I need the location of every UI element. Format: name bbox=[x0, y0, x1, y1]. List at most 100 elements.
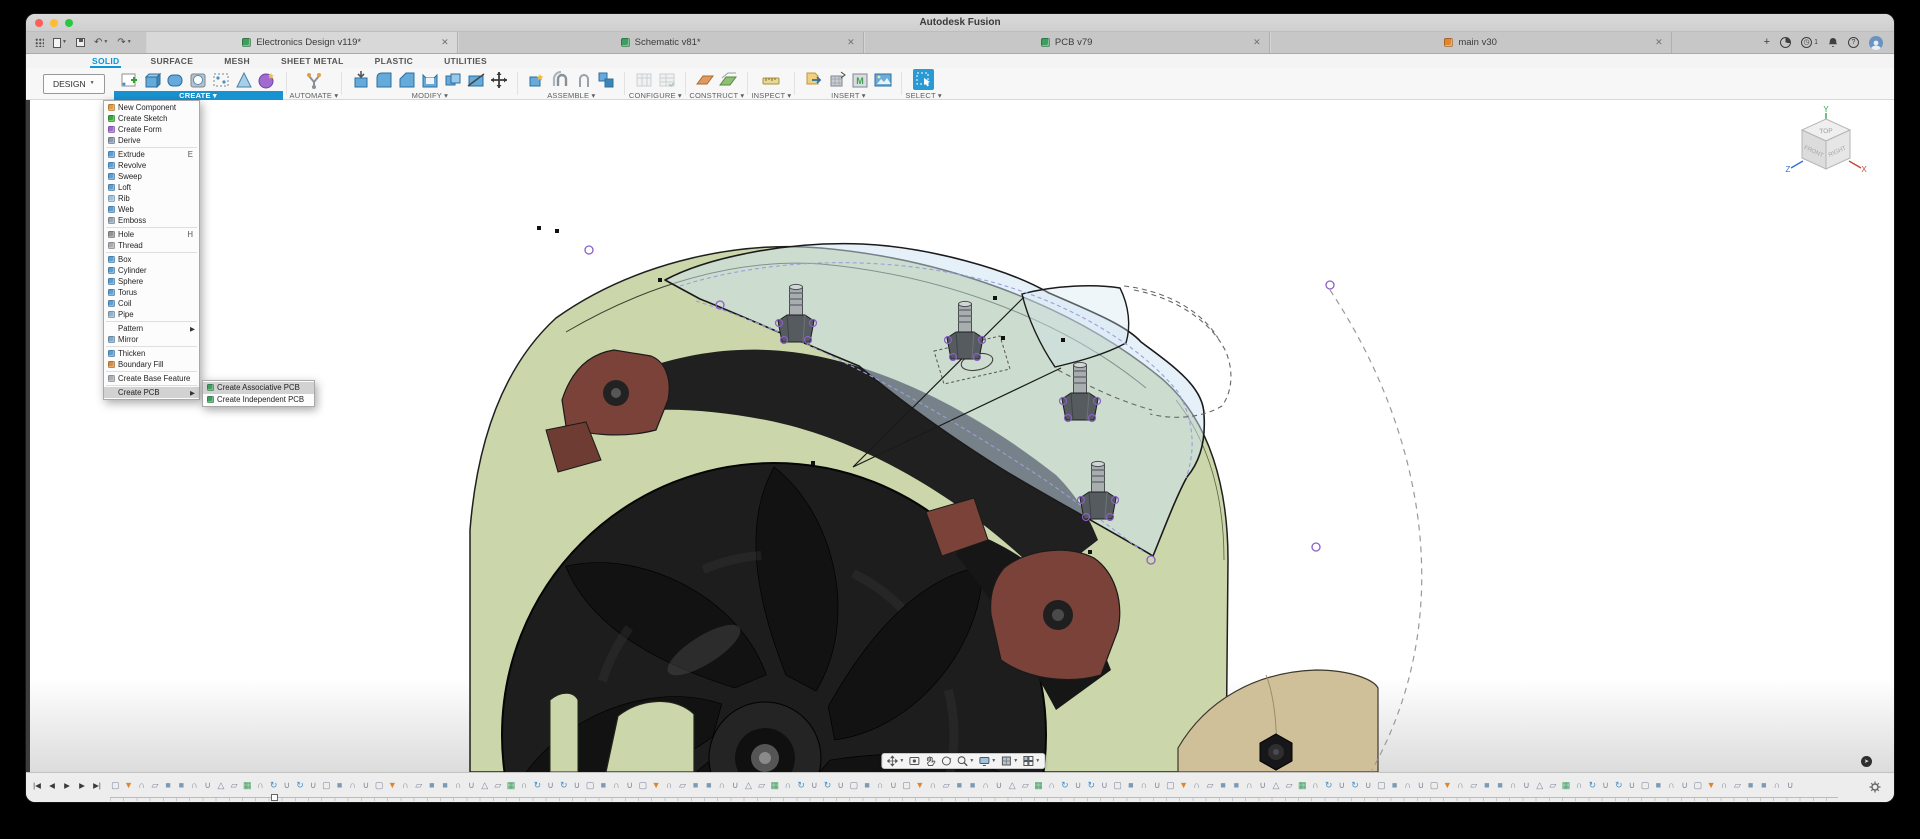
tab-surface[interactable]: SURFACE bbox=[148, 56, 195, 68]
timeline-feature-icon[interactable]: ■ bbox=[862, 778, 873, 792]
joint-icon[interactable] bbox=[549, 69, 570, 90]
timeline-feature-icon[interactable]: ■ bbox=[334, 778, 345, 792]
extensions-icon[interactable] bbox=[1780, 37, 1791, 48]
timeline-feature-icon[interactable]: ▢ bbox=[849, 778, 860, 792]
timeline-feature-icon[interactable]: ■ bbox=[1125, 778, 1136, 792]
timeline-feature-icon[interactable]: ∩ bbox=[875, 778, 886, 792]
timeline-feature-icon[interactable]: ↻ bbox=[1323, 778, 1334, 792]
timeline-feature-icon[interactable]: ∩ bbox=[1139, 778, 1150, 792]
timeline-feature-icon[interactable]: ∪ bbox=[1521, 778, 1532, 792]
viewports-icon[interactable]: ▼ bbox=[1022, 755, 1040, 767]
maximize-button[interactable] bbox=[65, 19, 73, 27]
timeline-feature-icon[interactable]: ∩ bbox=[717, 778, 728, 792]
menu-item-create-sketch[interactable]: Create Sketch bbox=[104, 113, 199, 124]
timeline-feature-icon[interactable]: ▼ bbox=[387, 778, 398, 792]
close-tab-icon[interactable]: ✕ bbox=[441, 38, 449, 47]
timeline-feature-icon[interactable]: ■ bbox=[1231, 778, 1242, 792]
timeline-feature-icon[interactable]: ∩ bbox=[611, 778, 622, 792]
timeline-feature-icon[interactable]: ↻ bbox=[822, 778, 833, 792]
timeline-feature-icon[interactable]: ↻ bbox=[1613, 778, 1624, 792]
menu-item-extrude[interactable]: ExtrudeE bbox=[104, 149, 199, 160]
menu-item-hole[interactable]: HoleH bbox=[104, 229, 199, 240]
timeline-feature-icon[interactable]: ↻ bbox=[1086, 778, 1097, 792]
create-form-icon[interactable] bbox=[257, 69, 278, 90]
timeline-feature-icon[interactable]: ↻ bbox=[268, 778, 279, 792]
timeline-feature-icon[interactable]: ∩ bbox=[400, 778, 411, 792]
step-back-button[interactable]: ◀ bbox=[45, 779, 59, 792]
timeline-feature-icon[interactable]: ∪ bbox=[572, 778, 583, 792]
timeline-feature-icon[interactable]: ∪ bbox=[545, 778, 556, 792]
document-tab[interactable]: Electronics Design v119*✕ bbox=[146, 32, 458, 53]
timeline-feature-icon[interactable]: ▱ bbox=[1205, 778, 1216, 792]
timeline-feature-icon[interactable]: ▢ bbox=[1693, 778, 1704, 792]
shell-icon[interactable] bbox=[419, 69, 440, 90]
timeline-feature-icon[interactable]: ■ bbox=[967, 778, 978, 792]
sketch-point[interactable] bbox=[555, 229, 559, 233]
menu-item-create-base-feature[interactable]: Create Base Feature bbox=[104, 373, 199, 384]
pattern-icon[interactable] bbox=[211, 69, 232, 90]
timeline-feature-icon[interactable]: ■ bbox=[1218, 778, 1229, 792]
timeline-feature-icon[interactable]: ▼ bbox=[651, 778, 662, 792]
as-built-joint-icon[interactable] bbox=[572, 69, 593, 90]
timeline-feature-icon[interactable]: ∩ bbox=[189, 778, 200, 792]
tab-sheet-metal[interactable]: SHEET METAL bbox=[279, 56, 346, 68]
tab-solid[interactable]: SOLID bbox=[90, 56, 121, 68]
document-tab[interactable]: main v30✕ bbox=[1270, 32, 1672, 53]
timeline-feature-icon[interactable]: ■ bbox=[1745, 778, 1756, 792]
file-new-icon[interactable]: ▼ bbox=[53, 38, 67, 48]
menu-item-loft[interactable]: Loft bbox=[104, 182, 199, 193]
timeline-feature-icon[interactable]: ▱ bbox=[229, 778, 240, 792]
timeline-feature-icon[interactable]: ∩ bbox=[1508, 778, 1519, 792]
sketch-circle-point[interactable] bbox=[585, 246, 593, 254]
timeline-feature-icon[interactable]: △ bbox=[1271, 778, 1282, 792]
go-to-end-button[interactable]: ▶| bbox=[90, 779, 104, 792]
grid-display-icon[interactable]: ▼ bbox=[1000, 755, 1018, 767]
move-copy-icon[interactable] bbox=[488, 69, 509, 90]
sketch-circle-point[interactable] bbox=[1326, 281, 1334, 289]
timeline-feature-icon[interactable]: ∩ bbox=[347, 778, 358, 792]
fillet-icon[interactable] bbox=[373, 69, 394, 90]
midplane-icon[interactable] bbox=[718, 69, 739, 90]
timeline-feature-icon[interactable]: ∪ bbox=[202, 778, 213, 792]
tab-mesh[interactable]: MESH bbox=[222, 56, 252, 68]
new-tab-button[interactable]: + bbox=[1764, 37, 1770, 48]
notifications-bell-icon[interactable] bbox=[1828, 37, 1838, 48]
timeline-feature-icon[interactable]: ■ bbox=[440, 778, 451, 792]
timeline-feature-icon[interactable]: ∪ bbox=[308, 778, 319, 792]
timeline-feature-icon[interactable]: ∪ bbox=[994, 778, 1005, 792]
help-icon[interactable]: ? bbox=[1848, 37, 1859, 48]
timeline-feature-icon[interactable]: ∪ bbox=[1073, 778, 1084, 792]
hole-icon[interactable] bbox=[188, 69, 209, 90]
timeline-feature-icon[interactable]: ∩ bbox=[1191, 778, 1202, 792]
timeline-feature-icon[interactable]: ∪ bbox=[1152, 778, 1163, 792]
timeline-scrubber-track[interactable] bbox=[110, 797, 1838, 801]
insert-canvas-icon[interactable] bbox=[872, 69, 893, 90]
timeline-feature-icon[interactable]: ▢ bbox=[110, 778, 121, 792]
timeline-feature-icon[interactable]: ∩ bbox=[664, 778, 675, 792]
timeline-feature-icon[interactable]: ▱ bbox=[1547, 778, 1558, 792]
sketch-point[interactable] bbox=[537, 226, 541, 230]
timeline-feature-icon[interactable]: ▱ bbox=[1284, 778, 1295, 792]
play-button[interactable]: ▶ bbox=[60, 779, 74, 792]
timeline-feature-icon[interactable]: ∩ bbox=[136, 778, 147, 792]
chamfer-icon[interactable] bbox=[396, 69, 417, 90]
save-icon[interactable] bbox=[76, 38, 85, 47]
timeline-feature-icon[interactable]: ▦ bbox=[506, 778, 517, 792]
apps-grid-icon[interactable] bbox=[35, 38, 44, 47]
timeline-feature-icon[interactable]: ▢ bbox=[1112, 778, 1123, 792]
sketch-point[interactable] bbox=[993, 296, 997, 300]
menu-item-create-form[interactable]: Create Form bbox=[104, 124, 199, 135]
timeline-feature-icon[interactable]: ▦ bbox=[1297, 778, 1308, 792]
timeline-feature-icon[interactable]: ∪ bbox=[1785, 778, 1796, 792]
timeline-feature-icon[interactable]: ∩ bbox=[1310, 778, 1321, 792]
timeline-feature-icon[interactable]: ▦ bbox=[769, 778, 780, 792]
timeline-feature-icon[interactable]: ■ bbox=[163, 778, 174, 792]
timeline-settings-gear-icon[interactable] bbox=[1869, 780, 1881, 798]
automate-icon[interactable] bbox=[303, 69, 324, 90]
timeline-position-marker[interactable] bbox=[271, 794, 278, 801]
timeline-feature-icon[interactable]: △ bbox=[1534, 778, 1545, 792]
minimize-button[interactable] bbox=[50, 19, 58, 27]
view-cube[interactable]: Y Z X TOP FRONT RIGHT bbox=[1782, 104, 1870, 192]
timeline-feature-icon[interactable]: ▱ bbox=[1020, 778, 1031, 792]
timeline-feature-icon[interactable]: ∩ bbox=[1244, 778, 1255, 792]
